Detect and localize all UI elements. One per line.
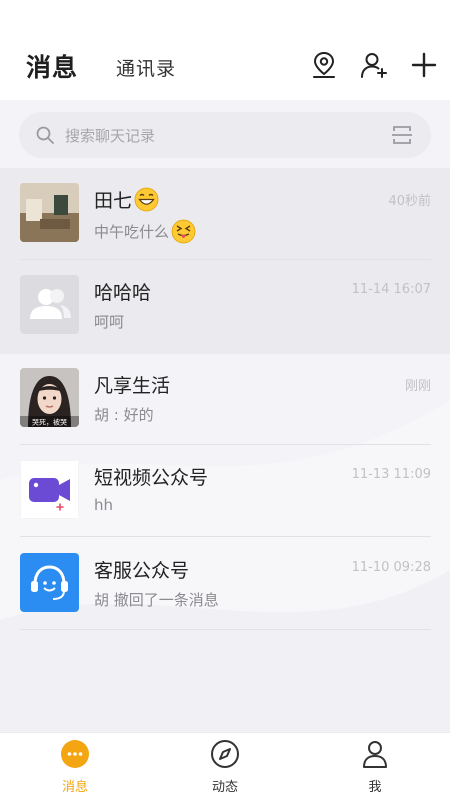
nav-label: 动态 (211, 780, 238, 795)
plus-icon[interactable] (410, 50, 438, 80)
chat-name: 哈哈哈 (94, 282, 152, 304)
avatar: 哭死，被哭 (20, 368, 79, 427)
chat-name: 短视频公众号 (94, 467, 209, 489)
location-pin-icon[interactable] (310, 50, 338, 80)
compass-icon (210, 739, 240, 769)
group-avatar (20, 275, 79, 334)
chat-bubble-icon (60, 739, 90, 769)
nav-messages[interactable]: 消息 (0, 733, 150, 800)
chat-time: 11-14 16:07 (351, 282, 431, 297)
chat-time: 刚刚 (404, 379, 431, 394)
chat-time: 11-13 11:09 (351, 467, 431, 482)
nav-moments[interactable]: 动态 (150, 733, 300, 800)
chat-name: 凡享生活 (94, 375, 171, 397)
tab-contacts[interactable]: 通讯录 (116, 54, 176, 81)
nav-label: 我 (368, 780, 382, 795)
nav-me[interactable]: 我 (300, 733, 450, 800)
chat-row-tianqi[interactable]: 田七 中午吃什么 40秒前 (0, 168, 450, 260)
tab-messages[interactable]: 消息 (26, 48, 78, 84)
divider (20, 629, 431, 630)
search-bar[interactable]: 搜索聊天记录 (19, 112, 431, 158)
video-camera-avatar-icon (20, 460, 79, 519)
chat-preview: 胡 撤回了一条消息 (94, 591, 219, 609)
person-icon (360, 739, 390, 769)
chat-row-fanxiang[interactable]: 哭死，被哭 凡享生活 胡 : 好的 刚刚 (0, 353, 450, 445)
chat-row-customer-service[interactable]: 客服公众号 胡 撤回了一条消息 11-10 09:28 (0, 538, 450, 630)
search-icon (35, 125, 55, 145)
chat-time: 11-10 09:28 (351, 560, 431, 575)
grinning-face-emoji-icon (134, 187, 159, 212)
chat-name: 客服公众号 (94, 560, 190, 582)
divider (20, 536, 431, 537)
avatar-caption: 哭死，被哭 (32, 418, 67, 427)
scan-icon[interactable] (391, 124, 413, 146)
chat-time: 40秒前 (388, 194, 431, 209)
chat-preview: hh (94, 496, 114, 514)
chat-row-hahaha[interactable]: 哈哈哈 呵呵 11-14 16:07 (0, 260, 450, 352)
tongue-out-squint-emoji-icon (171, 219, 196, 244)
search-input[interactable]: 搜索聊天记录 (65, 125, 155, 146)
bottom-nav: 消息 动态 我 (0, 732, 450, 800)
chat-preview: 胡 : 好的 (94, 406, 154, 424)
chat-preview: 呵呵 (94, 313, 125, 331)
top-header: 消息 通讯录 (0, 0, 450, 100)
chat-name: 田七 (94, 190, 133, 212)
headset-avatar-icon (20, 553, 79, 612)
chat-row-short-video[interactable]: 短视频公众号 hh 11-13 11:09 (0, 445, 450, 537)
add-friend-icon[interactable] (360, 50, 388, 80)
nav-label: 消息 (61, 780, 88, 795)
avatar (20, 183, 79, 242)
chat-preview: 中午吃什么 (94, 223, 170, 241)
